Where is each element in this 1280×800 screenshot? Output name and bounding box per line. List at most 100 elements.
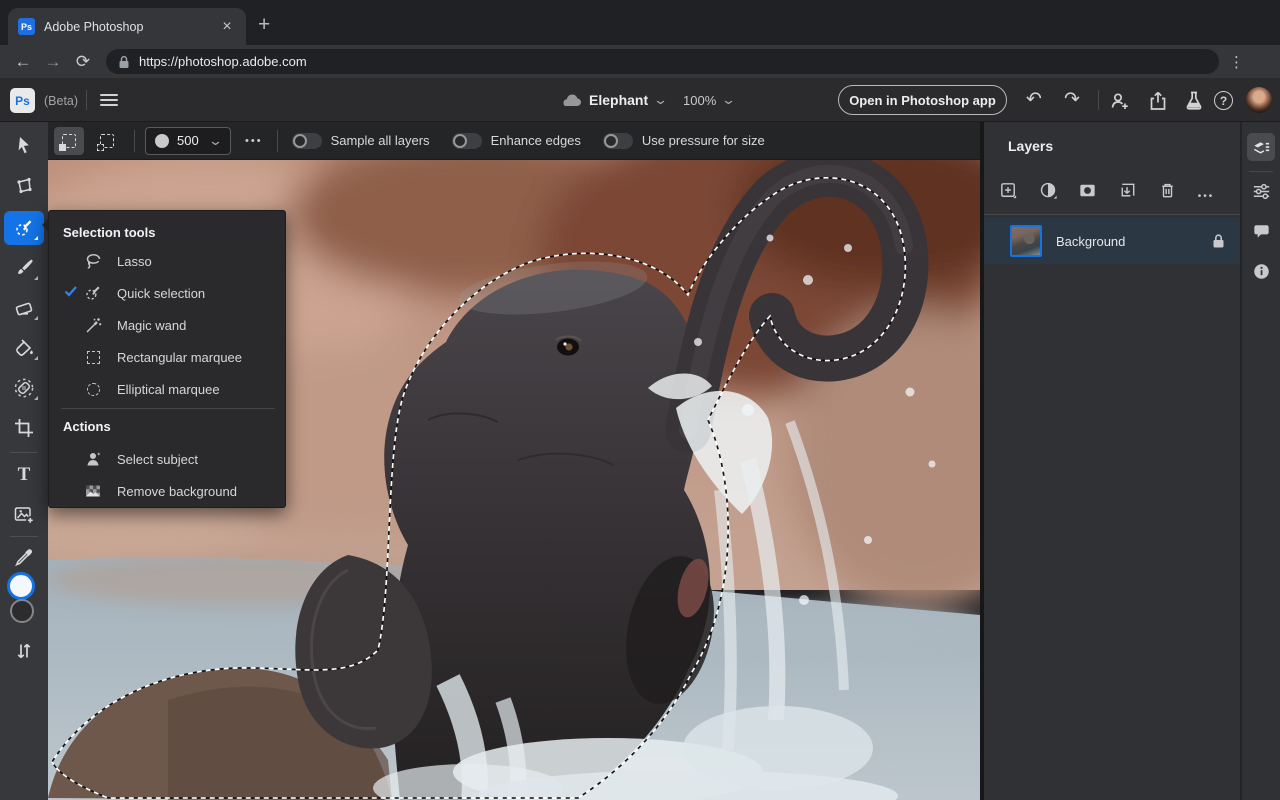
url-text: https://photoshop.adobe.com	[139, 54, 307, 69]
flyout-item-remove-background[interactable]: Remove background	[49, 475, 287, 507]
new-tab-icon[interactable]: +	[258, 14, 270, 35]
flyout-indicator	[34, 356, 38, 360]
brush-tool[interactable]	[4, 251, 44, 285]
doc-chevron-down-icon[interactable]: ⌄	[653, 93, 668, 106]
cloud-icon	[563, 94, 581, 106]
browser-tab[interactable]: Ps Adobe Photoshop ×	[8, 8, 246, 45]
flyout-item-lasso[interactable]: Lasso	[49, 245, 287, 277]
layer-thumbnail[interactable]	[1010, 225, 1042, 257]
browser-menu-icon[interactable]: ⋮	[1229, 53, 1244, 71]
help-icon[interactable]: ?	[1214, 91, 1233, 110]
tab-close-icon[interactable]: ×	[218, 18, 236, 36]
layer-mask-button[interactable]	[1075, 178, 1099, 202]
beta-label: (Beta)	[44, 94, 79, 108]
flyout-title: Selection tools	[63, 225, 156, 240]
enhance-edges-toggle-group: Enhance edges	[451, 132, 581, 149]
adjustments-rail-button[interactable]	[1247, 177, 1275, 205]
elliptical-marquee-icon	[82, 378, 104, 400]
divider	[1249, 171, 1273, 172]
flyout-item-quick-selection[interactable]: Quick selection	[49, 277, 287, 309]
tools-panel: T	[0, 122, 48, 800]
flyout-item-label: Rectangular marquee	[117, 349, 243, 365]
actions-title: Actions	[63, 419, 111, 434]
adjustment-layer-button[interactable]	[1036, 178, 1060, 202]
redo-icon[interactable]: ↷	[1064, 88, 1080, 111]
beta-flask-icon[interactable]	[1182, 89, 1206, 118]
divider	[1098, 90, 1099, 110]
divider	[10, 536, 38, 537]
swap-colors-tool[interactable]	[4, 634, 44, 668]
place-image-tool[interactable]	[4, 498, 44, 532]
magic-wand-icon	[82, 314, 104, 336]
info-rail-button[interactable]	[1247, 257, 1275, 285]
forward-icon[interactable]: →	[38, 52, 68, 72]
more-options-icon[interactable]: •••	[245, 135, 263, 147]
undo-icon[interactable]: ↶	[1026, 88, 1042, 111]
browser-toolbar: ← → ⟳ https://photoshop.adobe.com ⋮	[0, 45, 1280, 78]
brush-size-dropdown[interactable]: 500 ⌄	[145, 126, 231, 155]
flyout-item-elliptical-marquee[interactable]: Elliptical marquee	[49, 373, 287, 405]
layer-name: Background	[1056, 233, 1126, 249]
zoom-chevron-down-icon[interactable]: ⌄	[721, 93, 736, 106]
flyout-item-label: Lasso	[117, 253, 152, 269]
use-pressure-toggle-group: Use pressure for size	[602, 132, 765, 149]
comments-rail-button[interactable]	[1247, 217, 1275, 245]
type-tool[interactable]: T	[4, 458, 44, 492]
sample-all-layers-toggle[interactable]	[291, 132, 322, 149]
layers-rail-button[interactable]	[1247, 133, 1275, 161]
flyout-item-rectangular-marquee[interactable]: Rectangular marquee	[49, 341, 287, 373]
flyout-item-label: Quick selection	[117, 285, 206, 301]
foreground-color-swatch[interactable]	[7, 572, 35, 600]
healing-brush-tool[interactable]	[4, 371, 44, 405]
invite-people-icon[interactable]	[1108, 89, 1132, 118]
size-chevron-down-icon: ⌄	[207, 132, 224, 148]
use-pressure-toggle[interactable]	[602, 132, 633, 149]
add-layer-button[interactable]	[996, 178, 1020, 202]
layer-lock-icon[interactable]	[1211, 233, 1226, 249]
open-in-photoshop-app-button[interactable]: Open in Photoshop app	[838, 85, 1007, 115]
flyout-item-select-subject[interactable]: Select subject	[49, 443, 287, 475]
move-tool[interactable]	[4, 129, 44, 163]
object-select-tool[interactable]	[4, 169, 44, 203]
type-tool-glyph: T	[17, 464, 31, 485]
photoshop-logo: Ps	[10, 88, 35, 113]
reload-icon[interactable]: ⟳	[68, 52, 98, 72]
share-icon[interactable]	[1146, 89, 1170, 118]
flyout-indicator	[34, 236, 38, 240]
add-selection-icon	[59, 133, 76, 151]
quick-selection-icon	[82, 282, 104, 304]
toggle-label: Enhance edges	[490, 133, 581, 148]
eraser-tool[interactable]	[4, 291, 44, 325]
lasso-icon	[82, 250, 104, 272]
subtract-selection-icon	[97, 133, 114, 151]
layer-row-background[interactable]: Background	[984, 218, 1240, 264]
flyout-indicator	[34, 316, 38, 320]
zoom-level[interactable]: 100%	[683, 93, 716, 108]
quick-selection-tool[interactable]	[4, 211, 44, 245]
fill-tool[interactable]	[4, 331, 44, 365]
delete-layer-button[interactable]	[1155, 178, 1179, 202]
hamburger-menu-icon[interactable]	[100, 94, 118, 106]
back-icon[interactable]: ←	[8, 52, 38, 72]
tab-title: Adobe Photoshop	[44, 19, 144, 34]
move-into-layer-button[interactable]	[1115, 178, 1139, 202]
address-bar[interactable]: https://photoshop.adobe.com	[106, 49, 1219, 74]
add-to-selection-button[interactable]	[54, 126, 84, 155]
check-icon	[63, 283, 79, 304]
subtract-from-selection-button[interactable]	[92, 127, 122, 155]
user-avatar[interactable]	[1246, 87, 1272, 113]
layers-panel-title: Layers	[1008, 138, 1054, 154]
divider	[134, 129, 135, 152]
https-lock-icon	[119, 55, 129, 68]
document-name[interactable]: Elephant	[589, 92, 648, 108]
flyout-item-magic-wand[interactable]: Magic wand	[49, 309, 287, 341]
flyout-item-label: Magic wand	[117, 317, 187, 333]
flyout-indicator	[34, 276, 38, 280]
toggle-label: Use pressure for size	[641, 133, 765, 148]
enhance-edges-toggle[interactable]	[451, 132, 482, 149]
background-color-swatch[interactable]	[10, 599, 34, 623]
layers-more-options-icon[interactable]: •••	[1194, 184, 1218, 208]
crop-tool[interactable]	[4, 411, 44, 445]
photoshop-favicon: Ps	[18, 18, 35, 35]
eyedropper-tool[interactable]	[4, 540, 44, 574]
